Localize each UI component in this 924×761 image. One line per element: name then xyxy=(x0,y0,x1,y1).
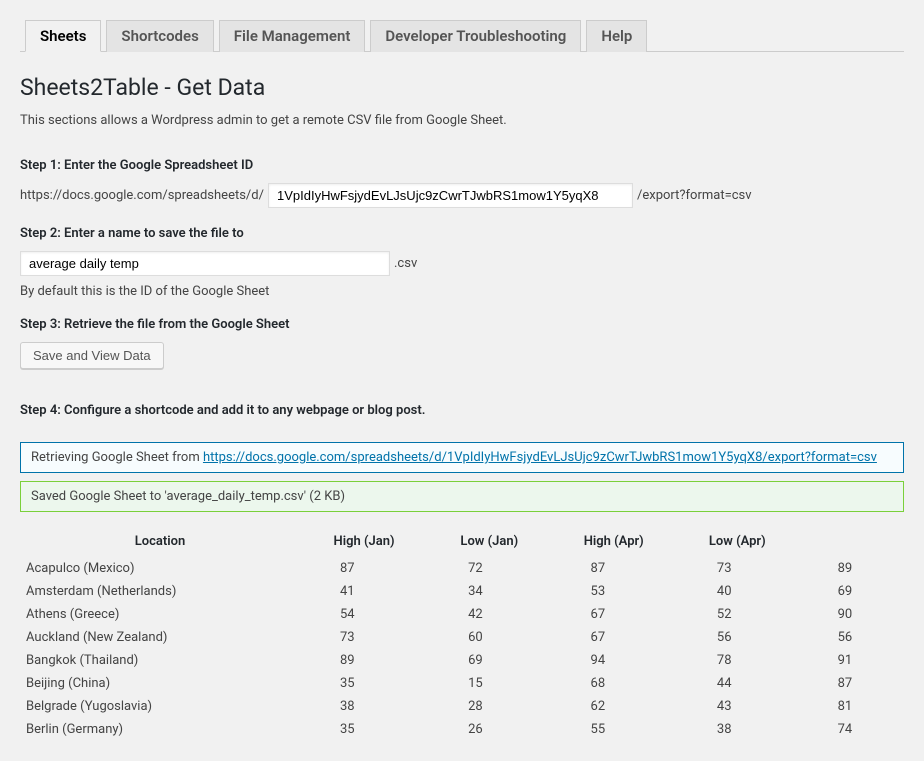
value-cell: 72 xyxy=(428,557,550,580)
notice-info-link[interactable]: https://docs.google.com/spreadsheets/d/1… xyxy=(203,450,877,465)
table-row: Acapulco (Mexico)8772877389 xyxy=(20,557,904,580)
value-cell: 67 xyxy=(551,603,677,626)
page-description: This sections allows a Wordpress admin t… xyxy=(20,113,904,128)
table-header xyxy=(798,526,904,557)
location-cell: Athens (Greece) xyxy=(20,603,300,626)
value-cell: 89 xyxy=(300,649,428,672)
location-cell: Bangkok (Thailand) xyxy=(20,649,300,672)
step1-url-prefix: https://docs.google.com/spreadsheets/d/ xyxy=(20,188,264,203)
value-cell: 69 xyxy=(798,580,904,603)
notice-info-text: Retrieving Google Sheet from xyxy=(31,450,203,465)
value-cell: 43 xyxy=(677,695,798,718)
location-cell: Belgrade (Yugoslavia) xyxy=(20,695,300,718)
value-cell: 56 xyxy=(798,626,904,649)
value-cell: 87 xyxy=(551,557,677,580)
table-header: High (Jan) xyxy=(300,526,428,557)
value-cell: 74 xyxy=(798,718,904,741)
value-cell: 67 xyxy=(551,626,677,649)
location-cell: Acapulco (Mexico) xyxy=(20,557,300,580)
tab-file-management[interactable]: File Management xyxy=(219,20,366,52)
step2-label: Step 2: Enter a name to save the file to xyxy=(20,226,904,241)
notice-success: Saved Google Sheet to 'average_daily_tem… xyxy=(20,481,904,512)
save-view-data-button[interactable]: Save and View Data xyxy=(20,342,164,369)
tab-sheets[interactable]: Sheets xyxy=(25,20,101,52)
value-cell: 52 xyxy=(677,603,798,626)
value-cell: 78 xyxy=(677,649,798,672)
value-cell: 54 xyxy=(300,603,428,626)
table-row: Auckland (New Zealand)7360675656 xyxy=(20,626,904,649)
step2-suffix: .csv xyxy=(394,256,417,271)
value-cell: 68 xyxy=(551,672,677,695)
data-table: LocationHigh (Jan)Low (Jan)High (Apr)Low… xyxy=(20,526,904,741)
table-row: Amsterdam (Netherlands)4134534069 xyxy=(20,580,904,603)
step1-url-suffix: /export?format=csv xyxy=(637,188,752,203)
value-cell: 81 xyxy=(798,695,904,718)
value-cell: 15 xyxy=(428,672,550,695)
value-cell: 56 xyxy=(677,626,798,649)
value-cell: 73 xyxy=(677,557,798,580)
value-cell: 42 xyxy=(428,603,550,626)
spreadsheet-id-input[interactable] xyxy=(268,183,633,208)
table-header: Low (Apr) xyxy=(677,526,798,557)
notice-info: Retrieving Google Sheet from https://doc… xyxy=(20,442,904,473)
value-cell: 73 xyxy=(300,626,428,649)
table-row: Athens (Greece)5442675290 xyxy=(20,603,904,626)
location-cell: Auckland (New Zealand) xyxy=(20,626,300,649)
value-cell: 26 xyxy=(428,718,550,741)
table-header: High (Apr) xyxy=(551,526,677,557)
value-cell: 69 xyxy=(428,649,550,672)
value-cell: 35 xyxy=(300,672,428,695)
table-row: Belgrade (Yugoslavia)3828624381 xyxy=(20,695,904,718)
value-cell: 62 xyxy=(551,695,677,718)
step4-label: Step 4: Configure a shortcode and add it… xyxy=(20,403,904,418)
value-cell: 91 xyxy=(798,649,904,672)
filename-input[interactable] xyxy=(20,251,390,276)
table-header: Location xyxy=(20,526,300,557)
value-cell: 90 xyxy=(798,603,904,626)
step2-hint: By default this is the ID of the Google … xyxy=(20,284,904,299)
value-cell: 94 xyxy=(551,649,677,672)
tab-developer-troubleshooting[interactable]: Developer Troubleshooting xyxy=(370,20,581,52)
location-cell: Beijing (China) xyxy=(20,672,300,695)
tab-shortcodes[interactable]: Shortcodes xyxy=(106,20,213,52)
location-cell: Amsterdam (Netherlands) xyxy=(20,580,300,603)
table-header: Low (Jan) xyxy=(428,526,550,557)
value-cell: 35 xyxy=(300,718,428,741)
value-cell: 44 xyxy=(677,672,798,695)
value-cell: 40 xyxy=(677,580,798,603)
value-cell: 87 xyxy=(300,557,428,580)
value-cell: 28 xyxy=(428,695,550,718)
table-row: Berlin (Germany)3526553874 xyxy=(20,718,904,741)
step1-label: Step 1: Enter the Google Spreadsheet ID xyxy=(20,158,904,173)
value-cell: 34 xyxy=(428,580,550,603)
value-cell: 38 xyxy=(300,695,428,718)
location-cell: Berlin (Germany) xyxy=(20,718,300,741)
value-cell: 55 xyxy=(551,718,677,741)
tab-help[interactable]: Help xyxy=(586,20,647,52)
value-cell: 41 xyxy=(300,580,428,603)
value-cell: 87 xyxy=(798,672,904,695)
table-row: Bangkok (Thailand)8969947891 xyxy=(20,649,904,672)
step3-label: Step 3: Retrieve the file from the Googl… xyxy=(20,317,904,332)
tab-bar: SheetsShortcodesFile ManagementDeveloper… xyxy=(20,10,904,52)
value-cell: 60 xyxy=(428,626,550,649)
page-title: Sheets2Table - Get Data xyxy=(20,74,904,101)
value-cell: 53 xyxy=(551,580,677,603)
table-row: Beijing (China)3515684487 xyxy=(20,672,904,695)
value-cell: 89 xyxy=(798,557,904,580)
value-cell: 38 xyxy=(677,718,798,741)
